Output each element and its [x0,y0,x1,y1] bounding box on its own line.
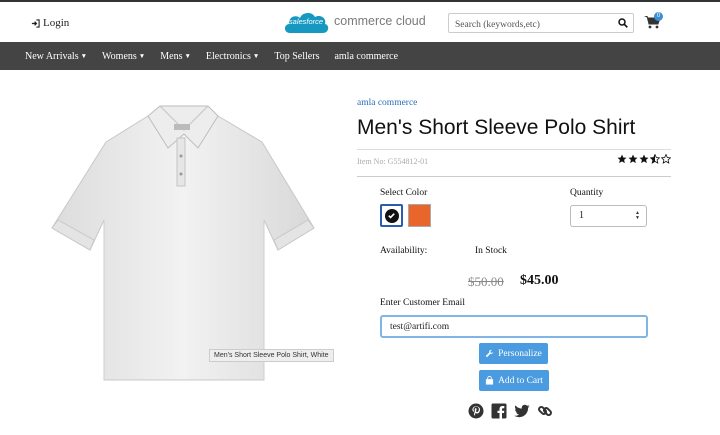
divider [357,176,671,177]
nav-item-mens[interactable]: Mens ▼ [160,51,191,62]
site-logo[interactable]: salesforce commerce cloud [282,7,426,39]
availability-label: Availability: [380,246,428,256]
nav-item-womens[interactable]: Womens ▼ [102,51,145,62]
availability-value: In Stock [475,246,507,256]
shopping-bag-icon [485,376,494,385]
social-share [468,403,553,419]
star-full-icon [628,154,638,164]
main-nav: New Arrivals ▼ Womens ▼ Mens ▼ Electronics ▼… [0,42,720,70]
quantity-label: Quantity [570,188,604,198]
search-icon[interactable] [618,18,628,28]
item-number: Item No: G554812-01 [357,157,429,166]
pinterest-icon[interactable] [468,403,484,419]
nav-item-top-sellers[interactable]: Top Sellers [274,51,319,62]
color-swatch-white[interactable] [380,204,403,227]
rating-stars [617,154,671,164]
star-half-icon [650,154,660,164]
nav-item-label: New Arrivals [25,50,79,62]
email-label: Enter Customer Email [380,298,465,308]
nav-item-label: Top Sellers [274,50,320,62]
quantity-select[interactable]: 1 ▲ ▼ [570,205,647,227]
facebook-icon[interactable] [491,403,507,419]
select-arrows-icon: ▲ ▼ [635,211,640,221]
link-icon[interactable] [537,403,553,419]
original-price: $50.00 [468,274,504,289]
sale-price: $45.00 [520,273,559,288]
salesforce-cloud-logo: salesforce [282,7,330,39]
nav-item-label: Mens [160,50,183,62]
caret-down-icon: ▼ [80,52,88,60]
personalize-label: Personalize [498,348,542,359]
add-to-cart-button[interactable]: Add to Cart [479,370,549,391]
search-box [448,13,634,34]
star-full-icon [639,154,649,164]
login-label: Login [43,17,70,29]
color-swatch-orange[interactable] [408,204,431,227]
quantity-value: 1 [579,210,584,221]
sign-in-icon [31,18,40,28]
search-input[interactable] [449,16,609,34]
twitter-icon[interactable] [514,403,530,419]
nav-item-label: amla commerce [334,50,399,62]
logo-cloud-text: salesforce [288,17,324,26]
brand-link[interactable]: amla commerce [357,98,417,108]
caret-down-icon: ▼ [252,52,260,60]
add-to-cart-label: Add to Cart [498,375,543,386]
cart-count-badge: 0 [654,12,663,21]
personalize-button[interactable]: Personalize [479,343,548,364]
nav-item-new-arrivals[interactable]: New Arrivals ▼ [25,51,87,62]
caret-down-icon: ▼ [138,52,146,60]
image-tooltip: Men's Short Sleeve Polo Shirt, White [209,349,334,362]
check-circle-icon [384,208,399,223]
nav-item-amla-commerce[interactable]: amla commerce [334,51,398,62]
logo-text: commerce cloud [334,14,426,28]
caret-down-icon: ▼ [184,52,191,60]
customer-email-input[interactable] [380,315,648,338]
product-image[interactable] [48,100,320,390]
star-empty-icon [661,154,671,164]
nav-item-electronics[interactable]: Electronics ▼ [206,51,259,62]
select-color-label: Select Color [380,188,428,198]
product-title: Men's Short Sleeve Polo Shirt [357,116,636,139]
nav-item-label: Electronics [205,50,251,62]
login-link[interactable]: Login [31,17,69,29]
nav-item-label: Womens [102,50,137,62]
star-full-icon [617,154,627,164]
divider [357,149,671,150]
site-header: Login salesforce commerce cloud 0 [0,0,720,42]
wrench-icon [485,349,494,358]
